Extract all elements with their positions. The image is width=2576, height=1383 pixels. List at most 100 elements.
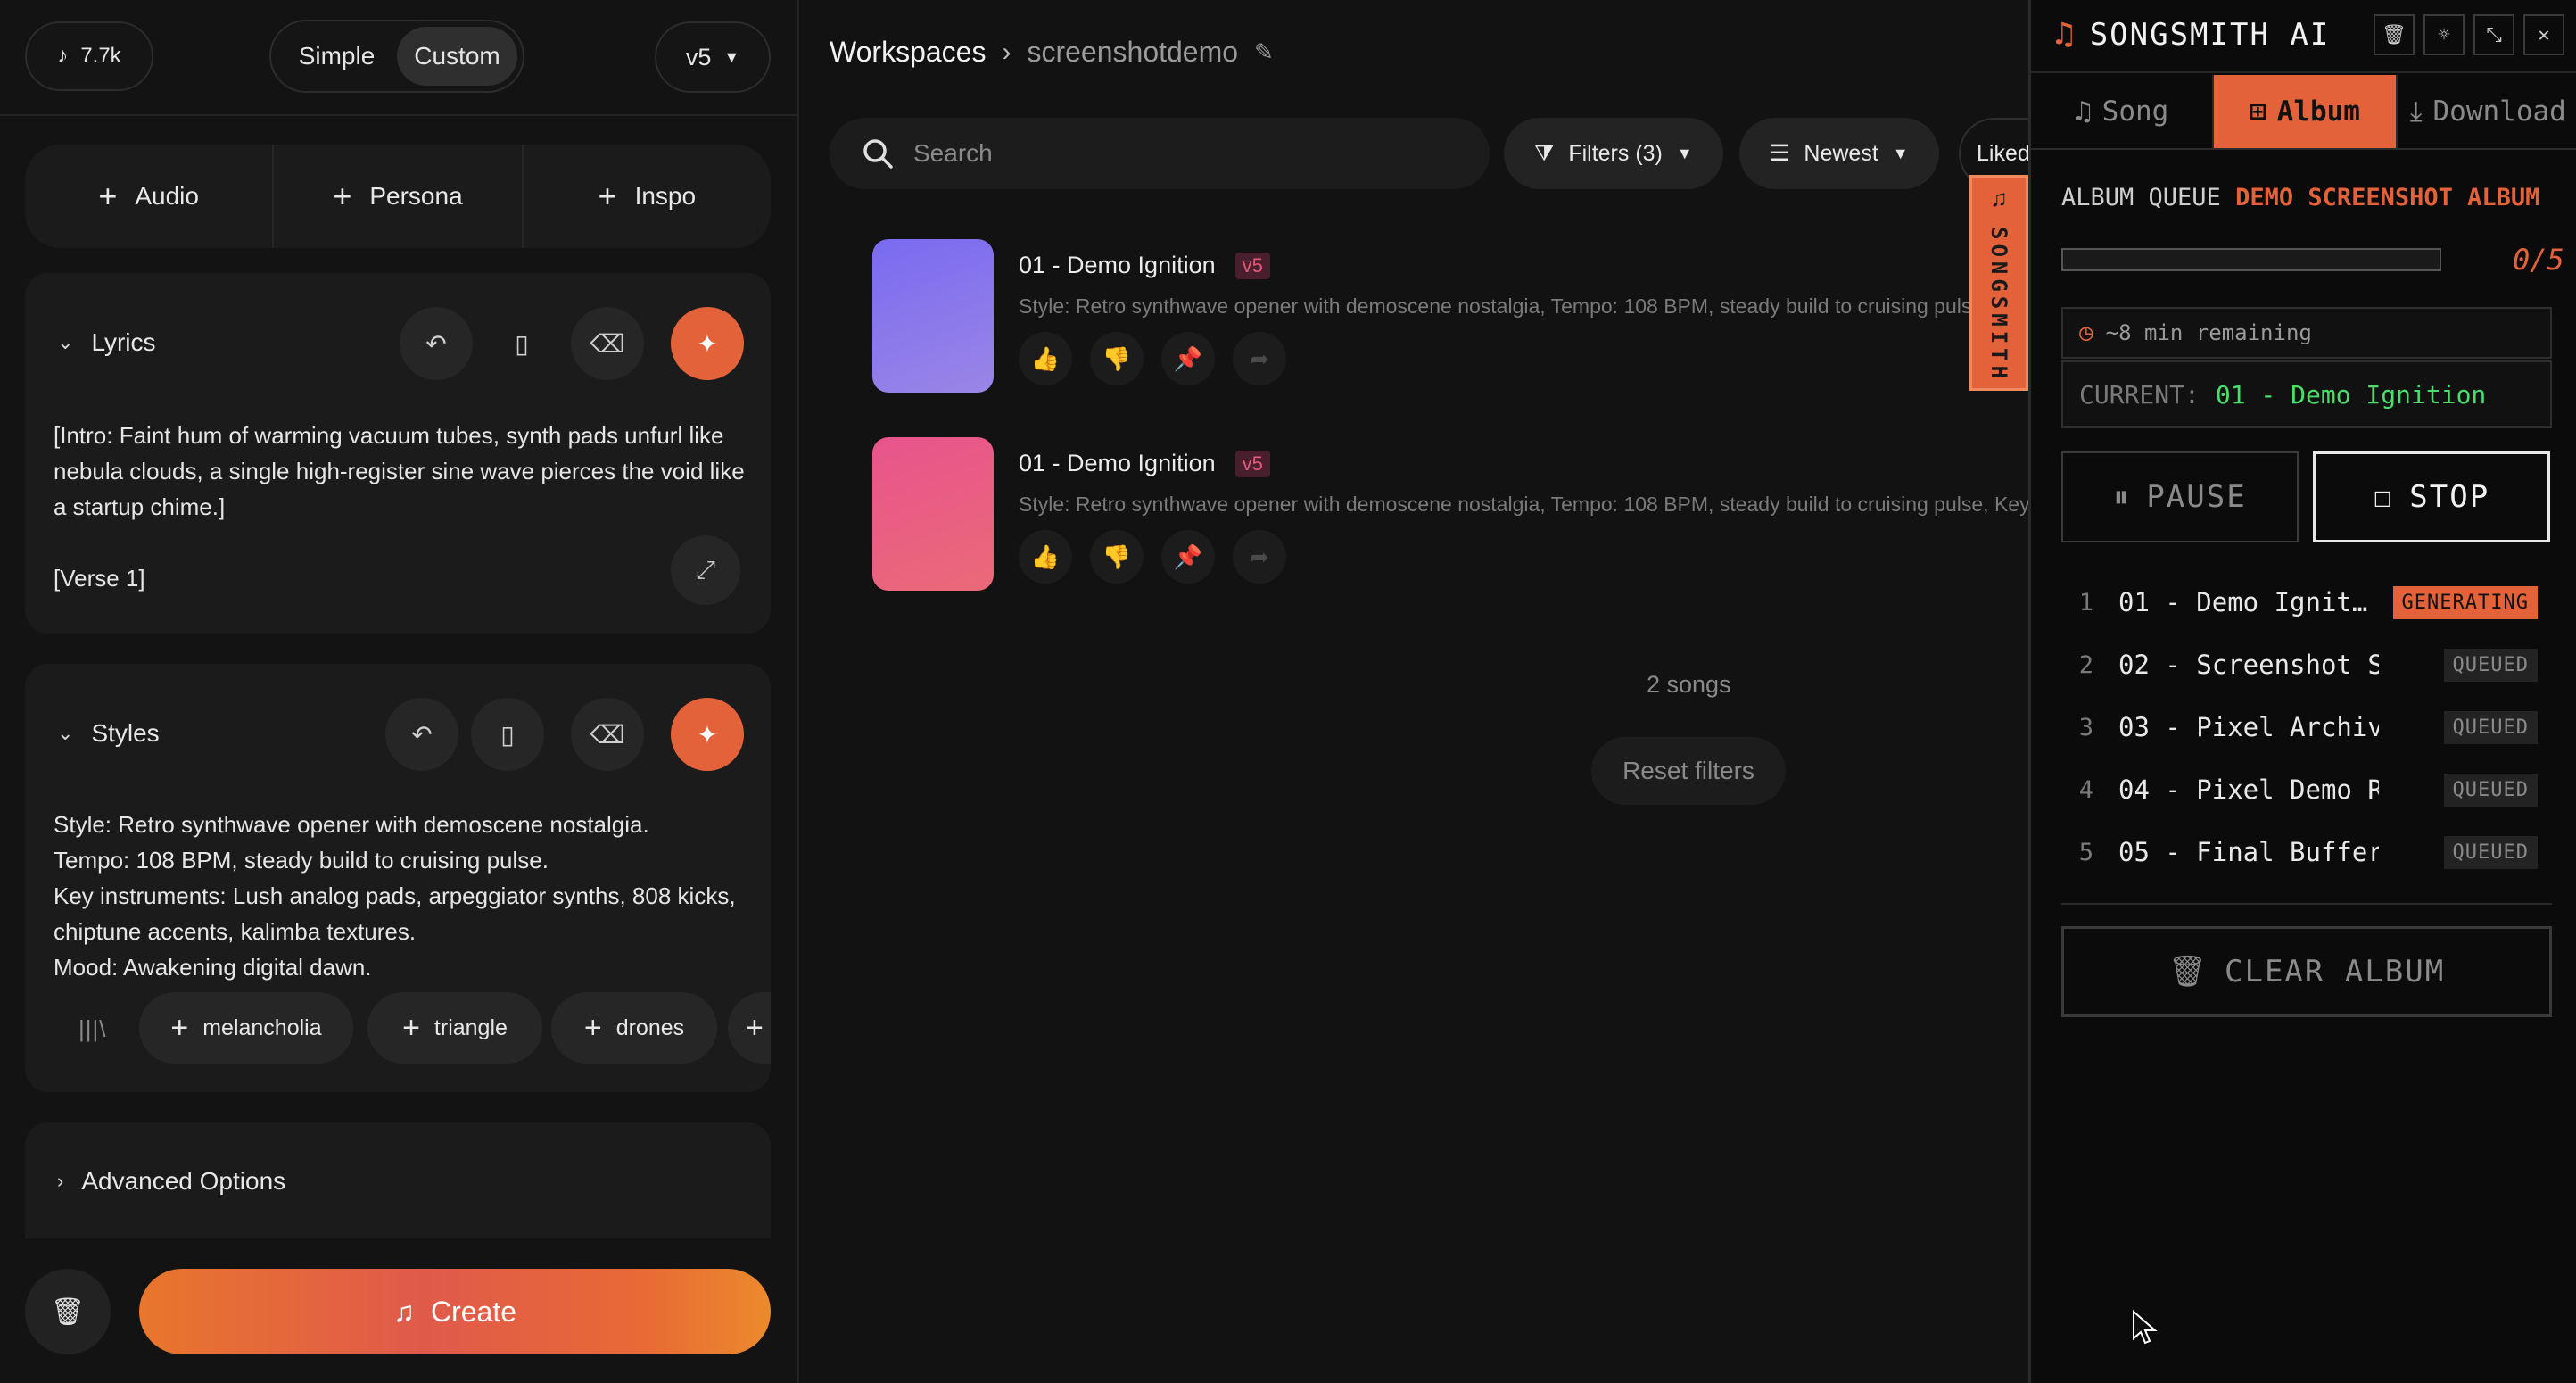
clear-album-label: CLEAR ALBUM — [2225, 954, 2446, 990]
style-tags: |||\ + melancholia + triangle + drones + — [25, 992, 771, 1067]
styles-line: Tempo: 108 BPM, steady build to cruising… — [54, 847, 549, 874]
thumbs-down-icon[interactable]: 👎 — [1090, 332, 1144, 385]
song-title[interactable]: 01 - Demo Ignition — [1019, 450, 1216, 477]
create-button[interactable]: ♫ Create — [139, 1269, 771, 1354]
tab-album[interactable]: ⊞ Album — [2214, 75, 2398, 148]
song-title[interactable]: 01 - Demo Ignition — [1019, 252, 1216, 279]
queue-item[interactable]: 2 02 - Screenshot St… QUEUED — [2061, 634, 2552, 696]
songsmith-side-tab[interactable]: ♫ SONGSMITH — [1969, 175, 2028, 391]
version-select[interactable]: v5 ▼ — [655, 21, 771, 93]
thumbs-up-icon[interactable]: 👍 — [1019, 332, 1072, 385]
close-icon[interactable]: ✕ — [2523, 14, 2564, 55]
generate-styles-button[interactable]: ✦ — [671, 698, 744, 771]
song-row[interactable]: 01 - Demo Ignition v5 Style: Retro synth… — [872, 437, 2028, 598]
bookmark-button[interactable]: ▯ — [471, 698, 544, 771]
filter-icon: ⧩ — [1534, 140, 1555, 166]
advanced-options[interactable]: › Advanced Options — [25, 1122, 771, 1238]
search-placeholder: Search — [913, 139, 993, 167]
filters-button[interactable]: ⧩ Filters (3) ▼ — [1504, 118, 1723, 189]
share-icon[interactable]: ➦ — [1233, 530, 1286, 584]
thumbs-up-icon[interactable]: 👍 — [1019, 530, 1072, 584]
undo-button[interactable]: ↶ — [400, 307, 473, 380]
undo-button[interactable]: ↶ — [385, 698, 458, 771]
tag-more[interactable]: + — [728, 992, 771, 1064]
bookmark-button[interactable]: ▯ — [485, 307, 558, 380]
magic-wand-icon: ✦ — [697, 720, 718, 749]
queue-item[interactable]: 5 05 - Final Buffer … QUEUED — [2061, 821, 2552, 883]
magic-wand-icon: ✦ — [697, 329, 718, 358]
tag-drones[interactable]: + drones — [551, 992, 717, 1064]
tag-melancholia[interactable]: + melancholia — [139, 992, 353, 1064]
create-panel: ♪ 7.7k Simple Custom v5 ▼ + Audio + Person… — [0, 0, 799, 1383]
pin-icon[interactable]: 📌 — [1161, 530, 1215, 584]
caret-down-icon: ▼ — [1892, 144, 1909, 162]
expand-button[interactable]: ⤢ — [671, 535, 740, 605]
add-persona-button[interactable]: + Persona — [274, 145, 524, 248]
lyrics-title: Lyrics — [91, 328, 156, 356]
status-badge: QUEUED — [2443, 710, 2538, 744]
clear-lyrics-button[interactable]: ⌫ — [571, 307, 644, 380]
chevron-down-icon: ⌄ — [57, 331, 74, 353]
add-audio-label: Audio — [135, 182, 199, 210]
add-inspo-button[interactable]: + Inspo — [524, 145, 771, 248]
clear-album-button[interactable]: 🗑 CLEAR ALBUM — [2061, 926, 2552, 1017]
reset-filters-button[interactable]: Reset filters — [1591, 737, 1786, 805]
version-badge: v5 — [1234, 450, 1270, 477]
chevron-down-icon: ⌄ — [57, 722, 74, 744]
plus-icon: + — [598, 178, 617, 214]
search-input[interactable]: Search — [830, 118, 1490, 189]
breadcrumb-workspaces[interactable]: Workspaces — [830, 36, 986, 69]
trash-icon[interactable]: 🗑 — [2374, 14, 2415, 55]
queue-item[interactable]: 1 01 - Demo Ignit… GENERATING — [2061, 571, 2552, 634]
pause-button[interactable]: ⏸ PAUSE — [2061, 451, 2299, 542]
credits-button[interactable]: ♪ 7.7k — [25, 21, 153, 91]
expand-icon: ⤢ — [695, 555, 716, 584]
current-value: 01 - Demo Ignition — [2215, 379, 2487, 410]
pin-icon[interactable]: 📌 — [1161, 332, 1215, 385]
lyrics-card: ⌄ Lyrics ↶ ▯ ⌫ ✦ [Intro: Faint hum of wa… — [25, 273, 771, 634]
tag-label: drones — [615, 1014, 685, 1040]
trash-icon: ⌫ — [590, 329, 625, 358]
styles-toggle[interactable]: ⌄ Styles — [57, 719, 160, 748]
song-cover[interactable] — [872, 239, 994, 393]
clear-styles-button[interactable]: ⌫ — [571, 698, 644, 771]
thumbs-down-icon[interactable]: 👎 — [1090, 530, 1144, 584]
sort-label: Newest — [1804, 140, 1878, 166]
generate-lyrics-button[interactable]: ✦ — [671, 307, 744, 380]
minimize-icon[interactable]: ⤡ — [2473, 14, 2514, 55]
stop-button[interactable]: ☐ STOP — [2313, 451, 2550, 542]
mode-custom-button[interactable]: Custom — [397, 27, 517, 86]
music-note-icon: ♫ — [2075, 95, 2092, 128]
share-icon[interactable]: ➦ — [1233, 332, 1286, 385]
lyrics-text[interactable]: [Intro: Faint hum of warming vacuum tube… — [54, 418, 758, 525]
clear-all-button[interactable]: 🗑 — [25, 1269, 111, 1354]
tag-label: melancholia — [202, 1014, 322, 1040]
queue-item[interactable]: 4 04 - Pixel Demo Re… QUEUED — [2061, 758, 2552, 821]
songsmith-tabs: ♫ Song ⊞ Album ⤓ Download — [2031, 75, 2576, 150]
mode-simple-button[interactable]: Simple — [277, 27, 397, 86]
pencil-icon[interactable]: ✎ — [1254, 38, 1274, 66]
sort-button[interactable]: ☰ Newest ▼ — [1739, 118, 1939, 189]
current-label: CURRENT: — [2079, 379, 2200, 410]
album-progress-bar — [2061, 248, 2441, 271]
settings-icon[interactable]: ☼ — [2423, 14, 2465, 55]
advanced-toggle[interactable]: › Advanced Options — [57, 1167, 285, 1196]
tab-download[interactable]: ⤓ Download — [2398, 75, 2576, 148]
tab-song[interactable]: ♫ Song — [2031, 75, 2215, 148]
add-persona-label: Persona — [369, 182, 463, 210]
add-audio-button[interactable]: + Audio — [25, 145, 275, 248]
tag-triangle[interactable]: + triangle — [367, 992, 542, 1064]
clock-icon: ◷ — [2079, 319, 2093, 346]
workspace-panel: Workspaces › screenshotdemo ✎ Search ⧩ F… — [801, 0, 2028, 1383]
songs-count: 2 songs — [1647, 671, 1731, 698]
library-icon[interactable]: |||\ — [78, 1015, 107, 1043]
pause-icon: ⏸ — [2113, 479, 2131, 515]
styles-title: Styles — [91, 719, 160, 747]
styles-text[interactable]: Style: Retro synthwave opener with demos… — [54, 807, 758, 985]
sort-icon: ☰ — [1770, 141, 1790, 166]
queue-item[interactable]: 3 03 - Pixel Archive QUEUED — [2061, 696, 2552, 758]
song-row[interactable]: 01 - Demo Ignition v5 Style: Retro synth… — [872, 239, 2028, 400]
song-cover[interactable] — [872, 437, 994, 591]
lyrics-toggle[interactable]: ⌄ Lyrics — [57, 328, 156, 357]
header-icons: 🗑 ☼ ⤡ ✕ — [2374, 14, 2564, 55]
